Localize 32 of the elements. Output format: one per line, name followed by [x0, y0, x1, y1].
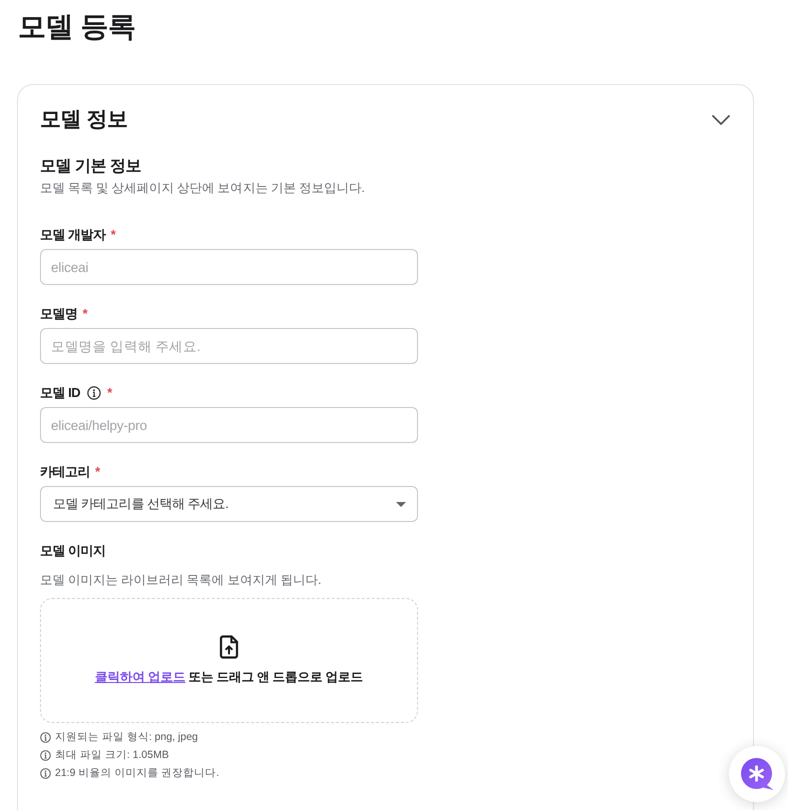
required-mark: * — [107, 384, 112, 402]
group-title: 모델 기본 정보 — [40, 157, 142, 177]
dropdown-field[interactable]: 모델 카테고리를 선택해 주세요. — [40, 486, 418, 522]
required-mark: * — [95, 463, 100, 481]
hint-text: 21:9 비율의 이미지를 권장합니다. — [55, 766, 220, 781]
field-label: 모델명 — [40, 305, 78, 323]
hint-text: 지원되는 파일 형식: png, jpeg — [55, 730, 198, 745]
field-label: 카테고리 — [40, 463, 90, 481]
group-description: 모델 목록 및 상세페이지 상단에 보여지는 기본 정보입니다. — [40, 180, 364, 197]
upload-dropzone[interactable]: 클릭하여 업로드 또는 드래그 앤 드롭으로 업로드 — [40, 598, 418, 723]
caret-down-icon — [396, 502, 406, 506]
input-field[interactable]: eliceai — [40, 249, 418, 285]
chat-bubble-icon — [740, 758, 774, 790]
field-label: 모델 개발자 — [40, 226, 106, 244]
info-icon[interactable] — [87, 386, 102, 400]
page-title: 모델 등록 — [18, 10, 136, 44]
input-field[interactable]: eliceai/helpy-pro — [40, 407, 418, 443]
chevron-down-icon[interactable] — [712, 115, 730, 125]
field-label: 모델 이미지 — [40, 542, 106, 560]
file-upload-icon — [219, 635, 239, 659]
hint-text: 최대 파일 크기: 1.05MB — [55, 748, 169, 763]
field-label: 모델 ID — [40, 384, 80, 402]
required-mark: * — [110, 226, 116, 244]
required-mark: * — [82, 305, 88, 323]
input-field[interactable]: 모델명을 입력해 주세요. — [40, 328, 418, 364]
info-icon — [40, 750, 51, 760]
upload-link[interactable]: 클릭하여 업로드 — [94, 670, 186, 684]
section-title: 모델 정보 — [40, 107, 128, 133]
info-icon — [40, 768, 51, 778]
upload-instruction: 클릭하여 업로드 또는 드래그 앤 드롭으로 업로드 — [94, 669, 364, 686]
field-description: 모델 이미지는 라이브러리 목록에 보여지게 됩니다. — [40, 572, 321, 589]
info-icon — [40, 732, 51, 742]
